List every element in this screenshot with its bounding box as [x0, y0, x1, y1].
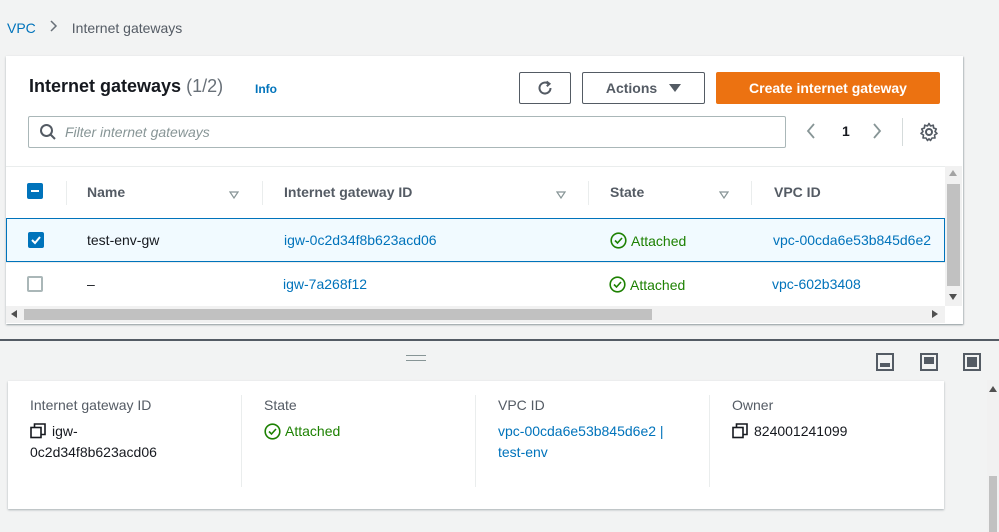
- pager-divider: [902, 118, 903, 146]
- state-text: Attached: [631, 232, 687, 249]
- breadcrumb-chevron-icon: [50, 19, 58, 37]
- previous-page-icon[interactable]: [806, 123, 816, 144]
- column-separator: [588, 181, 589, 205]
- refresh-icon: [538, 80, 552, 95]
- cell-name: test-env-gw: [87, 232, 160, 248]
- breadcrumb-current: Internet gateways: [71, 20, 183, 36]
- gear-icon[interactable]: [919, 122, 939, 147]
- search-icon: [40, 124, 56, 140]
- split-maximize-icon[interactable]: [963, 353, 981, 376]
- row-checkbox[interactable]: [27, 276, 43, 292]
- column-separator: [709, 395, 710, 487]
- page-scroll-thumb[interactable]: [989, 476, 997, 532]
- info-link[interactable]: Info: [255, 82, 277, 96]
- column-separator: [475, 395, 476, 487]
- success-check-icon: [610, 232, 627, 249]
- cell-state: Attached: [609, 276, 685, 293]
- sort-caret-icon[interactable]: [555, 186, 567, 204]
- vpc-name-link[interactable]: test-env: [498, 442, 728, 463]
- split-panel-divider[interactable]: [0, 339, 999, 341]
- sort-caret-icon[interactable]: [718, 186, 730, 204]
- split-side-icon[interactable]: [920, 353, 938, 376]
- actions-label: Actions: [605, 80, 658, 96]
- detail-value-cont: 0c2d34f8b623acd06: [30, 444, 157, 460]
- detail-value: 824001241099: [754, 423, 848, 439]
- column-separator: [262, 181, 263, 205]
- detail-label: State: [264, 397, 297, 413]
- column-separator: [241, 395, 242, 487]
- table-horizontal-scrollbar[interactable]: [6, 306, 945, 323]
- detail-owner: Owner 824001241099: [732, 397, 962, 442]
- selection-count: (1/2): [186, 76, 224, 96]
- vpc-id-link[interactable]: vpc-00cda6e53b845d6e2 |: [498, 421, 728, 442]
- success-check-icon: [264, 423, 281, 440]
- internet-gateways-panel: Internet gateways (1/2) Info Actions Cre…: [6, 56, 963, 324]
- breadcrumb: VPC Internet gateways: [7, 19, 182, 37]
- split-bottom-icon[interactable]: [876, 353, 894, 376]
- select-all-checkbox[interactable]: [27, 183, 43, 199]
- next-page-icon[interactable]: [872, 123, 882, 144]
- scroll-left-icon[interactable]: [11, 310, 17, 318]
- copy-icon[interactable]: [30, 423, 46, 439]
- refresh-button[interactable]: [519, 72, 571, 104]
- breadcrumb-vpc-link[interactable]: VPC: [7, 20, 36, 36]
- drag-handle-icon[interactable]: [406, 355, 426, 361]
- column-header-vpc-id[interactable]: VPC ID: [774, 184, 821, 200]
- column-header-state[interactable]: State: [610, 184, 644, 200]
- cell-state: Attached: [610, 232, 686, 249]
- table-row[interactable]: – igw-7a268f12 Attached vpc-602b3408: [6, 262, 945, 306]
- column-separator: [66, 181, 67, 205]
- table-vertical-scrollbar[interactable]: [945, 166, 962, 306]
- actions-dropdown-button[interactable]: Actions: [582, 72, 705, 104]
- search-input[interactable]: [65, 124, 745, 140]
- detail-value: igw-: [52, 423, 78, 439]
- table-header: Name Internet gateway ID State VPC ID: [6, 166, 945, 218]
- detail-vpc-id: VPC ID vpc-00cda6e53b845d6e2 | test-env: [498, 397, 728, 463]
- column-header-name[interactable]: Name: [87, 184, 125, 200]
- caret-down-icon: [669, 84, 682, 92]
- scroll-up-icon[interactable]: [949, 170, 957, 176]
- vertical-scroll-thumb[interactable]: [947, 184, 960, 286]
- search-field[interactable]: [28, 116, 786, 148]
- details-panel: Internet gateway ID igw- 0c2d34f8b623acd…: [8, 381, 944, 509]
- horizontal-scroll-thumb[interactable]: [24, 309, 652, 320]
- detail-label: VPC ID: [498, 397, 545, 413]
- detail-state-value: Attached: [264, 421, 494, 442]
- scroll-right-icon[interactable]: [932, 310, 938, 318]
- current-page[interactable]: 1: [842, 123, 850, 139]
- copy-icon[interactable]: [732, 423, 748, 439]
- scroll-down-icon[interactable]: [949, 294, 957, 300]
- cell-vpc-id-link[interactable]: vpc-602b3408: [772, 276, 861, 292]
- cell-name: –: [87, 276, 95, 292]
- cell-vpc-id-link[interactable]: vpc-00cda6e53b845d6e2: [773, 232, 931, 248]
- detail-label: Owner: [732, 397, 774, 413]
- cell-igw-id-link[interactable]: igw-7a268f12: [283, 276, 367, 292]
- detail-igw-id: Internet gateway ID igw- 0c2d34f8b623acd…: [30, 397, 260, 463]
- scroll-up-icon[interactable]: [989, 386, 997, 392]
- success-check-icon: [609, 276, 626, 293]
- panel-title-text: Internet gateways: [29, 76, 182, 96]
- create-internet-gateway-button[interactable]: Create internet gateway: [716, 72, 940, 104]
- state-text: Attached: [285, 423, 341, 439]
- state-text: Attached: [630, 276, 686, 293]
- column-header-igw-id[interactable]: Internet gateway ID: [284, 184, 412, 200]
- table-row[interactable]: test-env-gw igw-0c2d34f8b623acd06 Attach…: [6, 218, 945, 262]
- cell-igw-id-link[interactable]: igw-0c2d34f8b623acd06: [284, 232, 437, 248]
- detail-state: State Attached: [264, 397, 494, 442]
- page-title: Internet gateways (1/2): [29, 76, 223, 97]
- page-scrollbar[interactable]: [987, 380, 999, 532]
- row-checkbox[interactable]: [28, 232, 44, 248]
- column-separator: [751, 181, 752, 205]
- detail-label: Internet gateway ID: [30, 397, 152, 413]
- sort-caret-icon[interactable]: [228, 186, 240, 204]
